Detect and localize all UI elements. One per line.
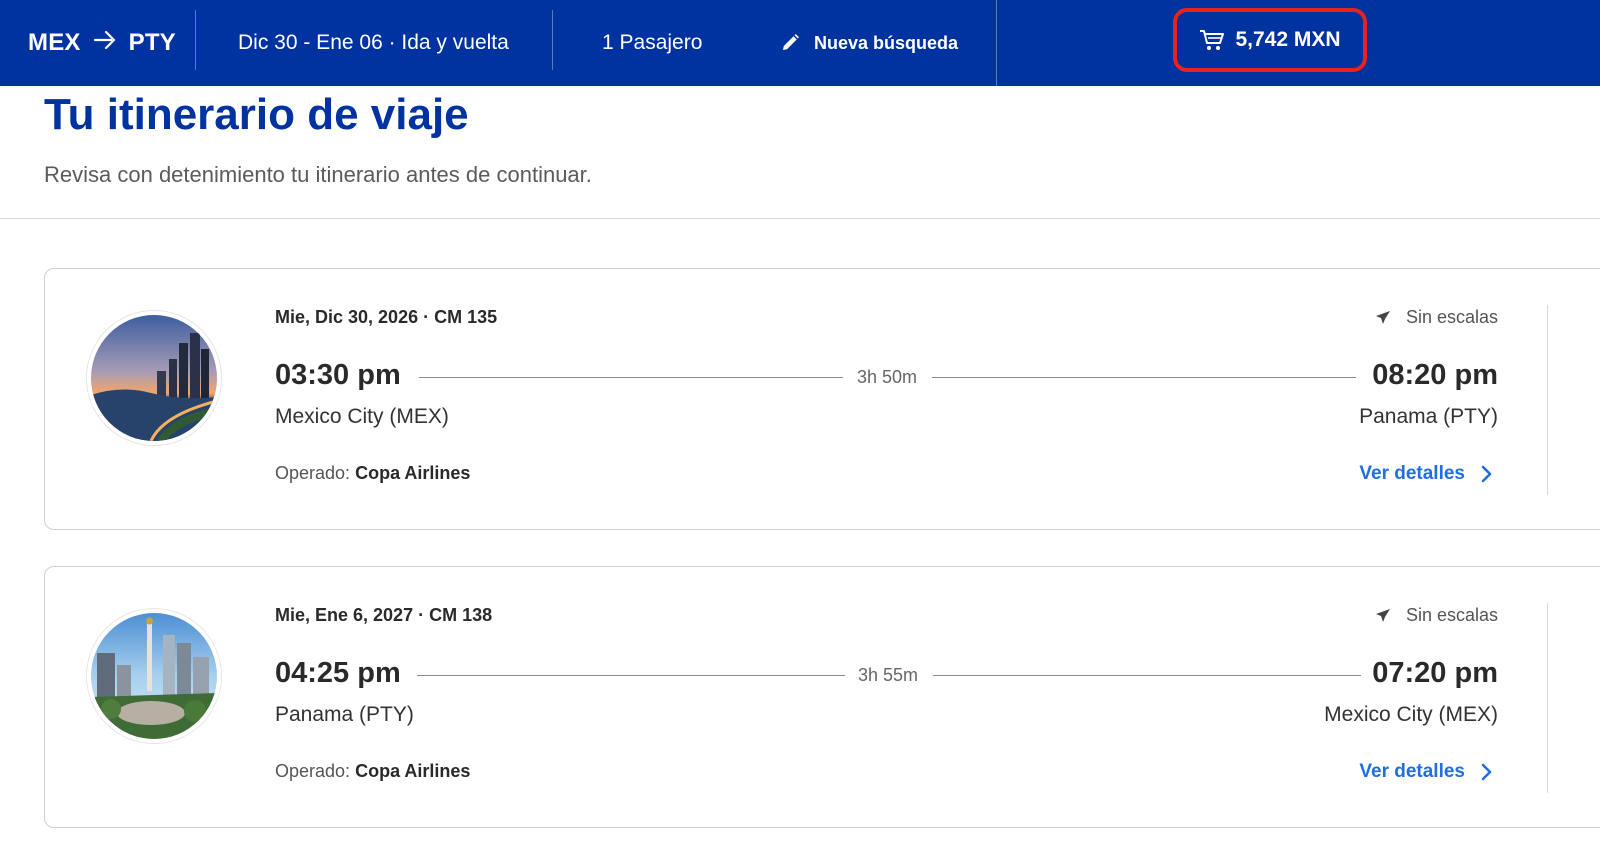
arrow-right-icon <box>93 29 117 57</box>
route-summary[interactable]: MEX PTY <box>28 0 176 86</box>
view-details-label: Ver detalles <box>1359 463 1465 484</box>
chevron-right-icon <box>1481 763 1492 781</box>
operator-name: Copa Airlines <box>355 463 471 483</box>
route-line <box>933 675 1361 676</box>
cart-total-button[interactable]: 5,742 MXN <box>1173 8 1367 72</box>
page-subtitle: Revisa con detenimiento tu itinerario an… <box>44 162 592 187</box>
divider <box>195 10 196 70</box>
arrival-time: 08:20 pm <box>1372 359 1498 391</box>
new-search-label: Nueva búsqueda <box>814 32 959 53</box>
stops-info: Sin escalas <box>1374 307 1498 328</box>
operated-by: Operado: Copa Airlines <box>275 761 470 782</box>
operator-name: Copa Airlines <box>355 761 471 781</box>
departure-time: 03:30 pm <box>275 359 401 391</box>
departure-city: Panama (PTY) <box>275 703 414 726</box>
stops-label: Sin escalas <box>1405 307 1498 327</box>
divider <box>996 0 997 86</box>
view-details-link[interactable]: Ver detalles <box>1359 761 1493 783</box>
operated-by: Operado: Copa Airlines <box>275 463 470 484</box>
cart-icon <box>1200 30 1225 50</box>
new-search-button[interactable]: Nueva búsqueda <box>780 0 958 86</box>
route-line <box>419 377 843 378</box>
stops-info: Sin escalas <box>1374 605 1498 626</box>
flight-duration: 3h 55m <box>857 665 919 685</box>
stops-label: Sin escalas <box>1405 605 1498 625</box>
departure-time: 04:25 pm <box>275 657 401 689</box>
plane-icon <box>1375 608 1390 622</box>
flight-duration: 3h 50m <box>856 367 918 387</box>
operated-label: Operado: <box>275 761 351 781</box>
operated-label: Operado: <box>275 463 351 483</box>
cart-total: 5,742 MXN <box>1235 28 1341 51</box>
arrival-city: Panama (PTY) <box>1359 405 1498 428</box>
divider <box>1547 603 1548 793</box>
pencil-icon <box>783 34 799 50</box>
view-details-label: Ver detalles <box>1359 761 1465 782</box>
view-details-link[interactable]: Ver detalles <box>1359 463 1493 485</box>
flight-date-number: Mie, Dic 30, 2026 · CM 135 <box>275 307 498 327</box>
travel-dates[interactable]: Dic 30 - Ene 06 · Ida y vuelta <box>238 0 509 86</box>
divider <box>552 10 553 70</box>
destination-photo <box>87 609 221 743</box>
divider <box>0 218 1600 219</box>
plane-icon <box>1375 310 1390 324</box>
flight-date-number: Mie, Ene 6, 2027 · CM 138 <box>275 605 493 625</box>
arrival-city: Mexico City (MEX) <box>1324 703 1498 726</box>
departure-city: Mexico City (MEX) <box>275 405 449 428</box>
divider <box>1547 305 1548 495</box>
chevron-right-icon <box>1481 465 1492 483</box>
passengers-count[interactable]: 1 Pasajero <box>602 0 702 86</box>
destination-photo <box>87 311 221 445</box>
flight-card-return: Mie, Ene 6, 2027 · CM 138 Sin escalas 04… <box>44 566 1600 828</box>
origin-code: MEX <box>28 29 81 56</box>
arrival-time: 07:20 pm <box>1372 657 1498 689</box>
flight-card-outbound: Mie, Dic 30, 2026 · CM 135 Sin escalas 0… <box>44 268 1600 530</box>
route-line <box>417 675 845 676</box>
destination-code: PTY <box>128 29 176 56</box>
top-bar: MEX PTY Dic 30 - Ene 06 · Ida y vuelta 1… <box>0 0 1600 86</box>
page-title: Tu itinerario de viaje <box>44 90 469 139</box>
route-line <box>932 377 1356 378</box>
